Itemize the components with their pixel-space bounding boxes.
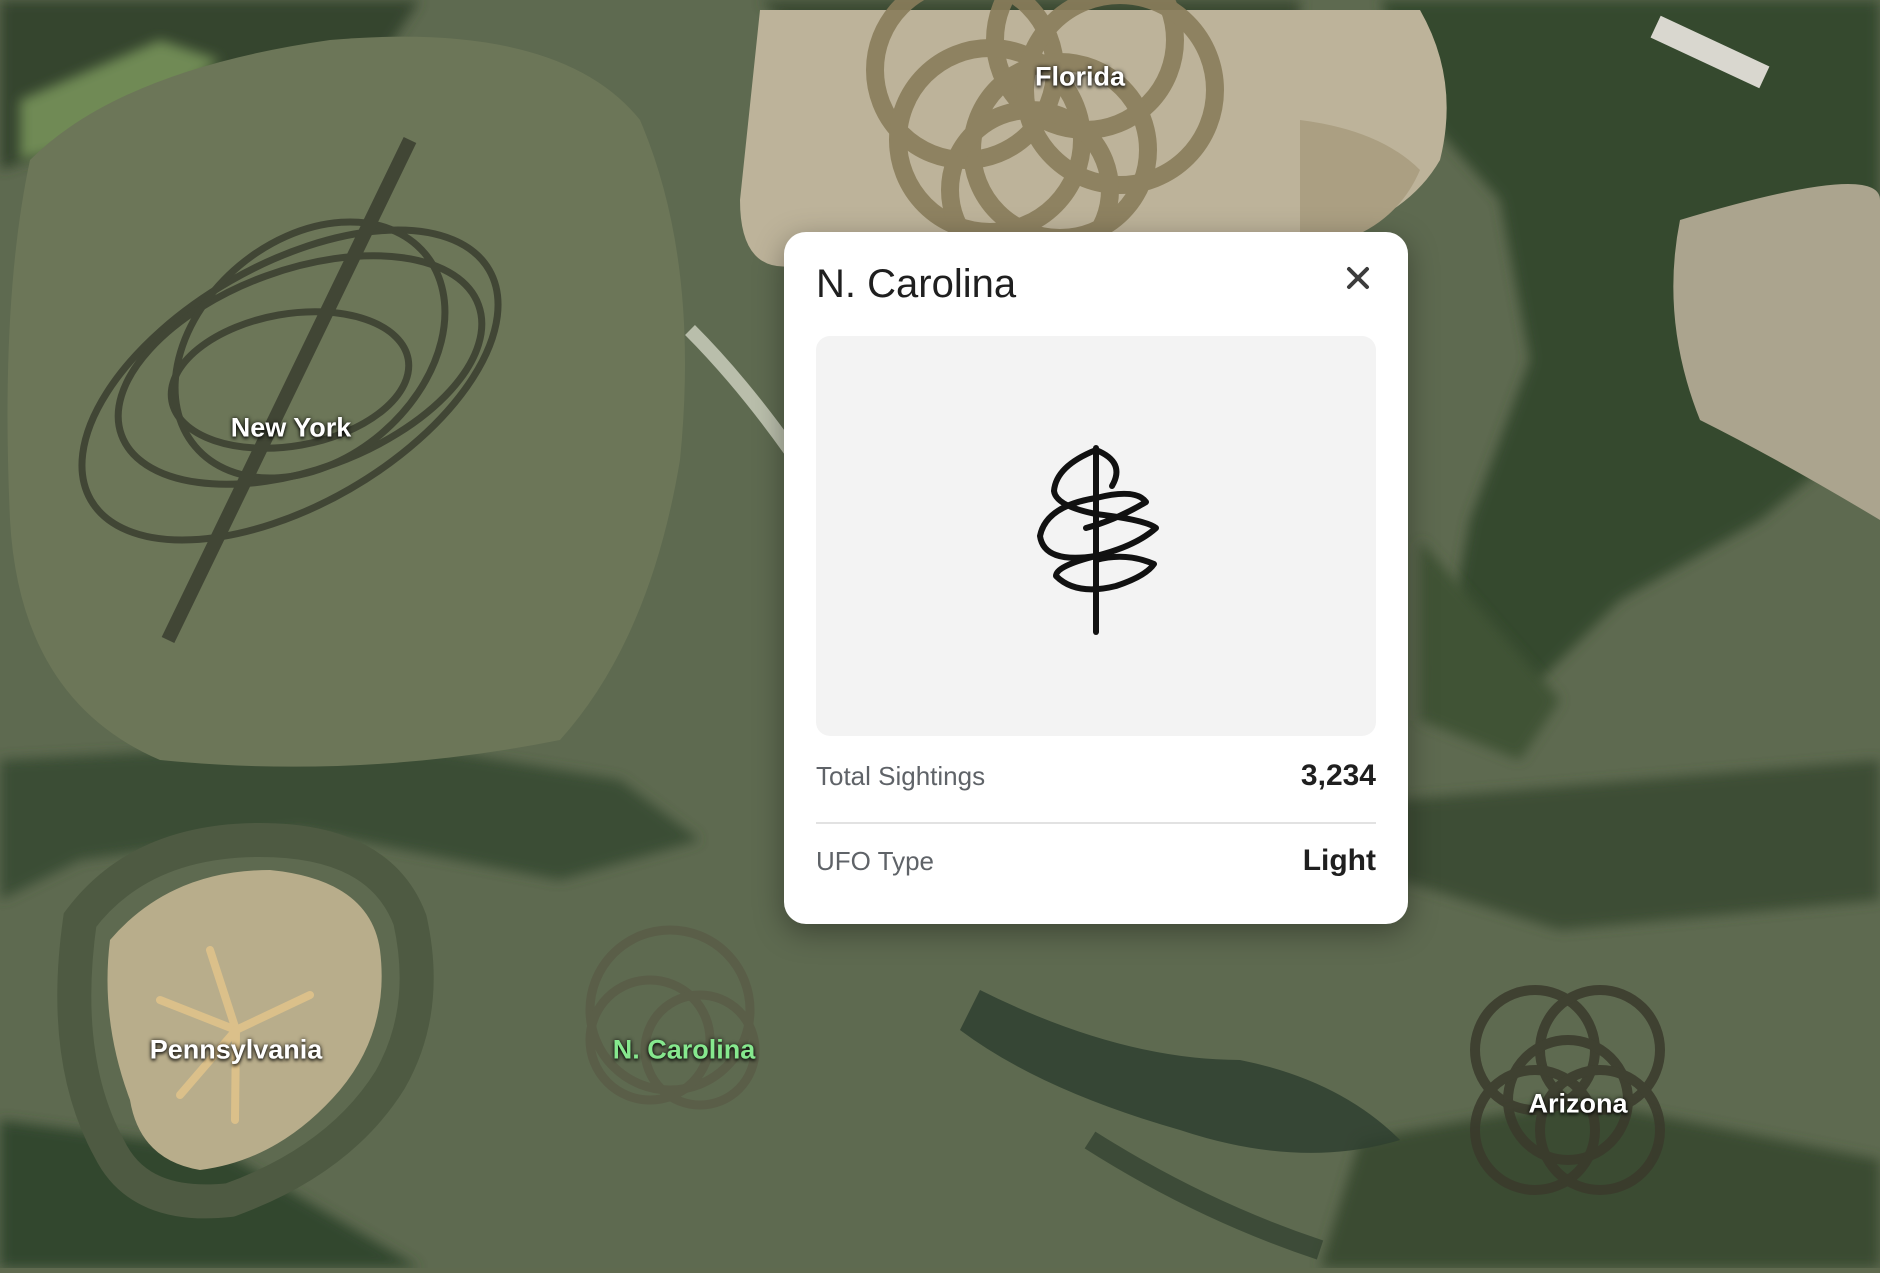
total-sightings-label: Total Sightings xyxy=(816,760,986,791)
close-icon xyxy=(1347,267,1369,289)
ufo-type-label: UFO Type xyxy=(816,845,935,876)
map-marker-arizona[interactable]: Arizona xyxy=(1528,1089,1627,1120)
popup-title: N. Carolina xyxy=(816,262,1017,306)
row-divider xyxy=(816,822,1376,824)
location-popup: N. Carolina Total Sightings 3,234 UFO Ty… xyxy=(784,232,1408,924)
stat-row-total-sightings: Total Sightings 3,234 xyxy=(816,746,1376,806)
total-sightings-value: 3,234 xyxy=(1300,759,1376,792)
map-marker-new-york[interactable]: New York xyxy=(231,413,352,444)
ufo-preview-panel xyxy=(816,336,1376,736)
close-button[interactable] xyxy=(1338,258,1378,298)
map-marker-n-carolina[interactable]: N. Carolina xyxy=(613,1035,756,1066)
map-marker-florida[interactable]: Florida xyxy=(1035,62,1125,93)
ufo-type-value: Light xyxy=(1302,844,1376,877)
map-marker-pennsylvania[interactable]: Pennsylvania xyxy=(150,1035,323,1066)
stat-row-ufo-type: UFO Type Light xyxy=(816,826,1376,896)
spiral-ufo-symbol-icon xyxy=(1037,445,1159,635)
